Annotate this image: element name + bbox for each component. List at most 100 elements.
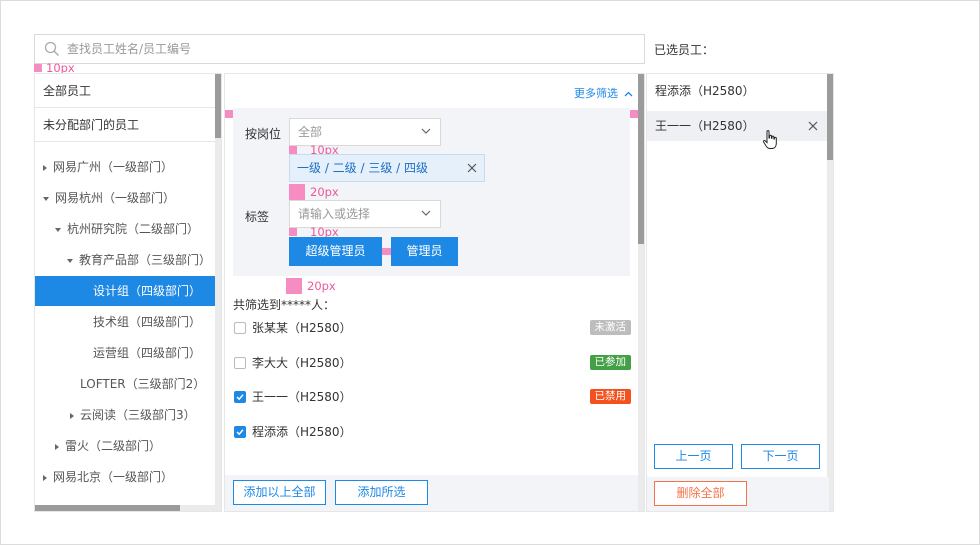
vertical-scrollbar[interactable] <box>827 74 833 511</box>
search-icon <box>44 41 59 56</box>
level-selection-chip[interactable]: 一级 / 二级 / 三级 / 四级 <box>289 154 485 182</box>
right-footer: 删除全部 <box>647 477 829 511</box>
tree-node-label: 运营组（四级部门） <box>93 346 202 360</box>
tag-select-placeholder: 请输入或选择 <box>298 207 371 221</box>
tree-node[interactable]: 网易北京（一级部门） <box>35 462 217 492</box>
annotation-label: 20px <box>307 279 336 293</box>
filter-box: 按岗位 全部 10px 一级 / 二级 / 三级 / 四级 20px 标签 请输… <box>233 108 630 276</box>
more-filter-toggle[interactable]: 更多筛选 <box>574 85 633 101</box>
status-badge: 未激活 <box>589 320 631 335</box>
vertical-scrollbar[interactable] <box>638 74 644 511</box>
chevron-down-icon <box>421 128 431 134</box>
selected-employees-panel: 程添添（H2580） 王一一（H2580） 上一页 下一页 删除全部 <box>646 73 834 512</box>
caret-right-icon[interactable] <box>55 443 59 450</box>
caret-right-icon[interactable] <box>43 164 47 171</box>
middle-footer: 添加以上全部 添加所选 <box>225 475 638 511</box>
close-icon[interactable] <box>808 121 818 131</box>
selected-employee-item[interactable]: 王一一（H2580） <box>647 111 829 141</box>
tree-node-label: LOFTER（三级部门2） <box>80 377 206 391</box>
delete-all-button[interactable]: 删除全部 <box>654 481 747 506</box>
tree-node-label: 雷火（二级部门） <box>65 439 162 453</box>
employee-checkbox[interactable] <box>234 357 246 369</box>
annotation-marker <box>630 110 638 118</box>
search-box[interactable] <box>34 34 645 64</box>
tree-node[interactable]: 网易广州（一级部门） <box>35 152 217 182</box>
tree-node-label: 教育产品部（三级部门） <box>79 253 212 267</box>
filter-result-count: 共筛选到*****人： <box>233 298 336 312</box>
employee-checkbox[interactable] <box>234 322 246 334</box>
annotation-marker <box>225 110 233 118</box>
vertical-scrollbar[interactable] <box>215 74 221 511</box>
tree-node[interactable]: 云阅读（三级部门3） <box>35 400 217 430</box>
tree-node[interactable]: LOFTER（三级部门2） <box>35 369 217 399</box>
employee-row[interactable]: 张某某（H2580） 未激活 <box>233 319 633 339</box>
level-chip-text: 一级 / 二级 / 三级 / 四级 <box>297 161 429 175</box>
admin-tag-button[interactable]: 管理员 <box>391 237 458 266</box>
checkmark-icon <box>236 429 244 436</box>
add-selected-button[interactable]: 添加所选 <box>335 480 428 505</box>
scrollbar-thumb[interactable] <box>638 74 644 244</box>
tree-node[interactable]: 雷火（二级部门） <box>35 431 217 461</box>
position-select-value: 全部 <box>298 125 323 139</box>
annotation-marker <box>289 228 297 236</box>
status-badge: 已禁用 <box>589 389 631 404</box>
scrollbar-thumb[interactable] <box>827 74 833 160</box>
close-icon[interactable] <box>467 163 477 173</box>
tag-filter-label: 标签 <box>245 210 270 224</box>
chevron-up-icon <box>624 91 632 97</box>
tree-node[interactable]: 运营组（四级部门） <box>35 338 217 368</box>
employee-checkbox[interactable] <box>234 426 246 438</box>
unassigned-staff-item[interactable]: 未分配部门的员工 <box>35 108 217 142</box>
tag-select[interactable]: 请输入或选择 <box>289 200 441 228</box>
super-admin-tag-button[interactable]: 超级管理员 <box>289 237 382 266</box>
horizontal-scrollbar[interactable] <box>35 505 217 511</box>
employee-name: 程添添（H2580） <box>252 425 352 439</box>
annotation-label: 20px <box>310 185 339 199</box>
tree-node-label: 网易北京（一级部门） <box>53 470 174 484</box>
add-all-button[interactable]: 添加以上全部 <box>233 480 326 505</box>
employee-row[interactable]: 程添添（H2580） <box>233 423 633 443</box>
department-tree-panel: 全部员工 未分配部门的员工 网易广州（一级部门） 网易杭州（一级部门） 杭州研究院（… <box>34 73 222 512</box>
tree-node-label: 网易杭州（一级部门） <box>55 191 176 205</box>
hand-cursor-icon <box>762 130 777 149</box>
employee-row[interactable]: 王一一（H2580） 已禁用 <box>233 388 633 408</box>
more-filter-label: 更多筛选 <box>574 87 618 100</box>
tree-node[interactable]: 设计组（四级部门） <box>35 276 217 306</box>
caret-down-icon[interactable] <box>43 196 49 201</box>
employee-name: 张某某（H2580） <box>252 321 352 335</box>
tree-node[interactable]: 技术组（四级部门） <box>35 307 217 337</box>
prev-page-button[interactable]: 上一页 <box>654 444 733 469</box>
selected-employee-item[interactable]: 程添添（H2580） <box>647 76 829 106</box>
status-badge: 已参加 <box>589 355 631 370</box>
caret-down-icon[interactable] <box>55 227 61 232</box>
tree-node[interactable]: 教育产品部（三级部门） <box>35 245 217 275</box>
scrollbar-thumb[interactable] <box>35 505 180 511</box>
employee-name: 王一一（H2580） <box>252 390 352 404</box>
all-staff-item[interactable]: 全部员工 <box>35 74 217 108</box>
tree-node[interactable]: 杭州研究院（二级部门） <box>35 214 217 244</box>
employee-row[interactable]: 李大大（H2580） 已参加 <box>233 354 633 374</box>
employee-name: 李大大（H2580） <box>252 356 352 370</box>
caret-right-icon[interactable] <box>70 412 74 419</box>
annotation-marker <box>382 248 391 255</box>
search-input[interactable] <box>67 35 637 63</box>
annotation-marker <box>34 64 42 72</box>
chevron-down-icon <box>421 210 431 216</box>
employee-checkbox[interactable] <box>234 391 246 403</box>
tree-node-label: 云阅读（三级部门3） <box>80 408 196 422</box>
checkmark-icon <box>236 394 244 401</box>
annotation-marker <box>289 184 305 200</box>
tree-node-label: 网易广州（一级部门） <box>53 160 174 174</box>
next-page-button[interactable]: 下一页 <box>741 444 820 469</box>
scrollbar-thumb[interactable] <box>215 74 221 138</box>
annotation-marker <box>289 146 297 154</box>
employee-filter-panel: 更多筛选 按岗位 全部 10px 一级 / 二级 / 三级 / 四级 20px … <box>224 73 645 512</box>
tree-node[interactable]: 网易杭州（一级部门） <box>35 183 217 213</box>
selected-title: 已选员工： <box>654 43 715 57</box>
annotation-marker <box>286 278 302 294</box>
tree-node-label: 设计组（四级部门） <box>93 284 202 298</box>
selected-employee-name: 程添添（H2580） <box>655 84 755 98</box>
caret-down-icon[interactable] <box>67 258 73 263</box>
position-select[interactable]: 全部 <box>289 118 441 146</box>
caret-right-icon[interactable] <box>43 474 47 481</box>
